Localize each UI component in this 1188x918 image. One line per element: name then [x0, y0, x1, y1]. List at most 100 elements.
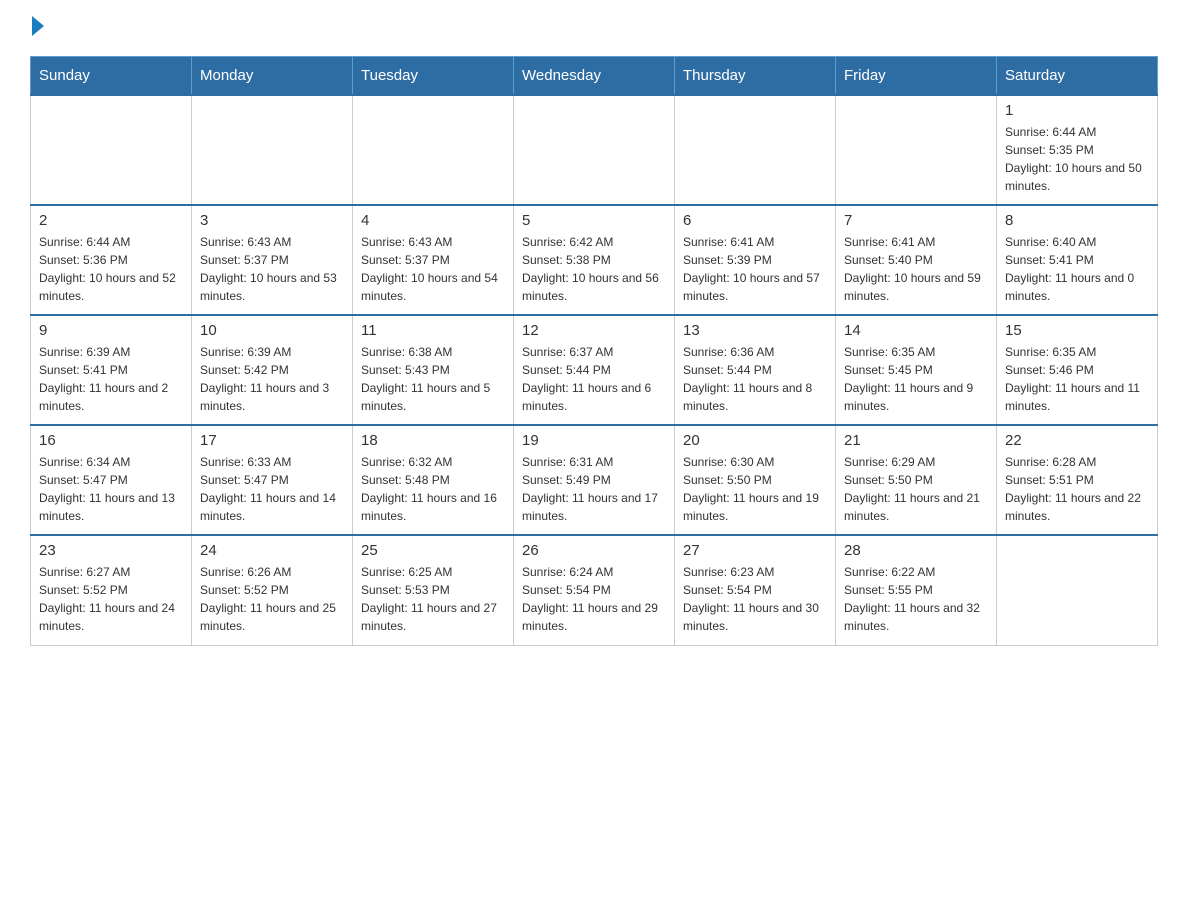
- calendar-cell: 28 Sunrise: 6:22 AM Sunset: 5:55 PM Dayli…: [836, 535, 997, 645]
- calendar-week-row: 1 Sunrise: 6:44 AM Sunset: 5:35 PM Daylig…: [31, 95, 1158, 205]
- day-of-week-header: Saturday: [997, 57, 1158, 96]
- day-info: Sunrise: 6:36 AM Sunset: 5:44 PM Dayligh…: [683, 343, 827, 415]
- calendar-cell: 2 Sunrise: 6:44 AM Sunset: 5:36 PM Daylig…: [31, 205, 192, 315]
- calendar-cell: 20 Sunrise: 6:30 AM Sunset: 5:50 PM Dayli…: [675, 425, 836, 535]
- day-info: Sunrise: 6:44 AM Sunset: 5:36 PM Dayligh…: [39, 233, 183, 305]
- calendar-cell: 10 Sunrise: 6:39 AM Sunset: 5:42 PM Dayli…: [192, 315, 353, 425]
- day-info: Sunrise: 6:31 AM Sunset: 5:49 PM Dayligh…: [522, 453, 666, 525]
- day-of-week-header: Thursday: [675, 57, 836, 96]
- calendar-cell: [353, 95, 514, 205]
- day-number: 17: [200, 432, 344, 449]
- day-number: 16: [39, 432, 183, 449]
- day-of-week-header: Friday: [836, 57, 997, 96]
- calendar-cell: 27 Sunrise: 6:23 AM Sunset: 5:54 PM Dayli…: [675, 535, 836, 645]
- calendar-cell: 5 Sunrise: 6:42 AM Sunset: 5:38 PM Daylig…: [514, 205, 675, 315]
- calendar-cell: [675, 95, 836, 205]
- calendar-cell: 18 Sunrise: 6:32 AM Sunset: 5:48 PM Dayli…: [353, 425, 514, 535]
- day-info: Sunrise: 6:23 AM Sunset: 5:54 PM Dayligh…: [683, 563, 827, 635]
- calendar-cell: 3 Sunrise: 6:43 AM Sunset: 5:37 PM Daylig…: [192, 205, 353, 315]
- calendar-week-row: 23 Sunrise: 6:27 AM Sunset: 5:52 PM Dayli…: [31, 535, 1158, 645]
- page-header: [30, 20, 1158, 36]
- day-of-week-header: Tuesday: [353, 57, 514, 96]
- day-info: Sunrise: 6:44 AM Sunset: 5:35 PM Dayligh…: [1005, 123, 1149, 195]
- day-info: Sunrise: 6:27 AM Sunset: 5:52 PM Dayligh…: [39, 563, 183, 635]
- day-info: Sunrise: 6:43 AM Sunset: 5:37 PM Dayligh…: [200, 233, 344, 305]
- calendar-cell: 12 Sunrise: 6:37 AM Sunset: 5:44 PM Dayli…: [514, 315, 675, 425]
- calendar-cell: [997, 535, 1158, 645]
- calendar-cell: [192, 95, 353, 205]
- day-number: 22: [1005, 432, 1149, 449]
- calendar-cell: 26Sunrise: 6:24 AM Sunset: 5:54 PM Dayli…: [514, 535, 675, 645]
- calendar-cell: 14 Sunrise: 6:35 AM Sunset: 5:45 PM Dayli…: [836, 315, 997, 425]
- calendar-cell: [836, 95, 997, 205]
- day-number: 15: [1005, 322, 1149, 339]
- day-number: 25: [361, 542, 505, 559]
- day-number: 24: [200, 542, 344, 559]
- day-info: Sunrise: 6:22 AM Sunset: 5:55 PM Dayligh…: [844, 563, 988, 635]
- day-info: Sunrise: 6:41 AM Sunset: 5:39 PM Dayligh…: [683, 233, 827, 305]
- day-info: Sunrise: 6:35 AM Sunset: 5:46 PM Dayligh…: [1005, 343, 1149, 415]
- day-info: Sunrise: 6:29 AM Sunset: 5:50 PM Dayligh…: [844, 453, 988, 525]
- calendar-cell: [31, 95, 192, 205]
- calendar-cell: 13 Sunrise: 6:36 AM Sunset: 5:44 PM Dayli…: [675, 315, 836, 425]
- day-number: 5: [522, 212, 666, 229]
- calendar-cell: 6 Sunrise: 6:41 AM Sunset: 5:39 PM Daylig…: [675, 205, 836, 315]
- day-number: 3: [200, 212, 344, 229]
- day-number: 27: [683, 542, 827, 559]
- day-number: 28: [844, 542, 988, 559]
- day-info: Sunrise: 6:39 AM Sunset: 5:42 PM Dayligh…: [200, 343, 344, 415]
- day-number: 1: [1005, 102, 1149, 119]
- day-number: 6: [683, 212, 827, 229]
- calendar-cell: [514, 95, 675, 205]
- calendar-cell: 24Sunrise: 6:26 AM Sunset: 5:52 PM Dayli…: [192, 535, 353, 645]
- logo-arrow-icon: [32, 16, 44, 36]
- day-info: Sunrise: 6:35 AM Sunset: 5:45 PM Dayligh…: [844, 343, 988, 415]
- calendar-week-row: 2 Sunrise: 6:44 AM Sunset: 5:36 PM Daylig…: [31, 205, 1158, 315]
- day-number: 4: [361, 212, 505, 229]
- day-number: 10: [200, 322, 344, 339]
- day-info: Sunrise: 6:40 AM Sunset: 5:41 PM Dayligh…: [1005, 233, 1149, 305]
- day-info: Sunrise: 6:37 AM Sunset: 5:44 PM Dayligh…: [522, 343, 666, 415]
- day-info: Sunrise: 6:39 AM Sunset: 5:41 PM Dayligh…: [39, 343, 183, 415]
- calendar-cell: 9Sunrise: 6:39 AM Sunset: 5:41 PM Daylig…: [31, 315, 192, 425]
- calendar-cell: 11 Sunrise: 6:38 AM Sunset: 5:43 PM Dayli…: [353, 315, 514, 425]
- day-number: 2: [39, 212, 183, 229]
- day-info: Sunrise: 6:34 AM Sunset: 5:47 PM Dayligh…: [39, 453, 183, 525]
- calendar-cell: 16 Sunrise: 6:34 AM Sunset: 5:47 PM Dayli…: [31, 425, 192, 535]
- calendar-header-row: SundayMondayTuesdayWednesdayThursdayFrid…: [31, 57, 1158, 96]
- calendar-cell: 17 Sunrise: 6:33 AM Sunset: 5:47 PM Dayli…: [192, 425, 353, 535]
- calendar-cell: 7 Sunrise: 6:41 AM Sunset: 5:40 PM Daylig…: [836, 205, 997, 315]
- day-info: Sunrise: 6:41 AM Sunset: 5:40 PM Dayligh…: [844, 233, 988, 305]
- calendar-cell: 23 Sunrise: 6:27 AM Sunset: 5:52 PM Dayli…: [31, 535, 192, 645]
- calendar-cell: 22 Sunrise: 6:28 AM Sunset: 5:51 PM Dayli…: [997, 425, 1158, 535]
- day-info: Sunrise: 6:43 AM Sunset: 5:37 PM Dayligh…: [361, 233, 505, 305]
- calendar-cell: 15 Sunrise: 6:35 AM Sunset: 5:46 PM Dayli…: [997, 315, 1158, 425]
- day-info: Sunrise: 6:25 AM Sunset: 5:53 PM Dayligh…: [361, 563, 505, 635]
- day-info: Sunrise: 6:38 AM Sunset: 5:43 PM Dayligh…: [361, 343, 505, 415]
- calendar-cell: 19 Sunrise: 6:31 AM Sunset: 5:49 PM Dayli…: [514, 425, 675, 535]
- day-number: 8: [1005, 212, 1149, 229]
- calendar-table: SundayMondayTuesdayWednesdayThursdayFrid…: [30, 56, 1158, 646]
- calendar-week-row: 16 Sunrise: 6:34 AM Sunset: 5:47 PM Dayli…: [31, 425, 1158, 535]
- day-number: 18: [361, 432, 505, 449]
- day-info: Sunrise: 6:28 AM Sunset: 5:51 PM Dayligh…: [1005, 453, 1149, 525]
- day-number: 21: [844, 432, 988, 449]
- day-of-week-header: Wednesday: [514, 57, 675, 96]
- calendar-cell: 21 Sunrise: 6:29 AM Sunset: 5:50 PM Dayli…: [836, 425, 997, 535]
- calendar-cell: 8 Sunrise: 6:40 AM Sunset: 5:41 PM Daylig…: [997, 205, 1158, 315]
- calendar-cell: 4 Sunrise: 6:43 AM Sunset: 5:37 PM Daylig…: [353, 205, 514, 315]
- day-number: 11: [361, 322, 505, 339]
- day-number: 20: [683, 432, 827, 449]
- calendar-cell: 1 Sunrise: 6:44 AM Sunset: 5:35 PM Daylig…: [997, 95, 1158, 205]
- day-info: Sunrise: 6:33 AM Sunset: 5:47 PM Dayligh…: [200, 453, 344, 525]
- day-info: Sunrise: 6:42 AM Sunset: 5:38 PM Dayligh…: [522, 233, 666, 305]
- day-info: Sunrise: 6:30 AM Sunset: 5:50 PM Dayligh…: [683, 453, 827, 525]
- day-number: 7: [844, 212, 988, 229]
- day-number: 23: [39, 542, 183, 559]
- day-number: 12: [522, 322, 666, 339]
- day-number: 14: [844, 322, 988, 339]
- day-number: 19: [522, 432, 666, 449]
- day-number: 13: [683, 322, 827, 339]
- day-info: Sunrise: 6:32 AM Sunset: 5:48 PM Dayligh…: [361, 453, 505, 525]
- calendar-week-row: 9Sunrise: 6:39 AM Sunset: 5:41 PM Daylig…: [31, 315, 1158, 425]
